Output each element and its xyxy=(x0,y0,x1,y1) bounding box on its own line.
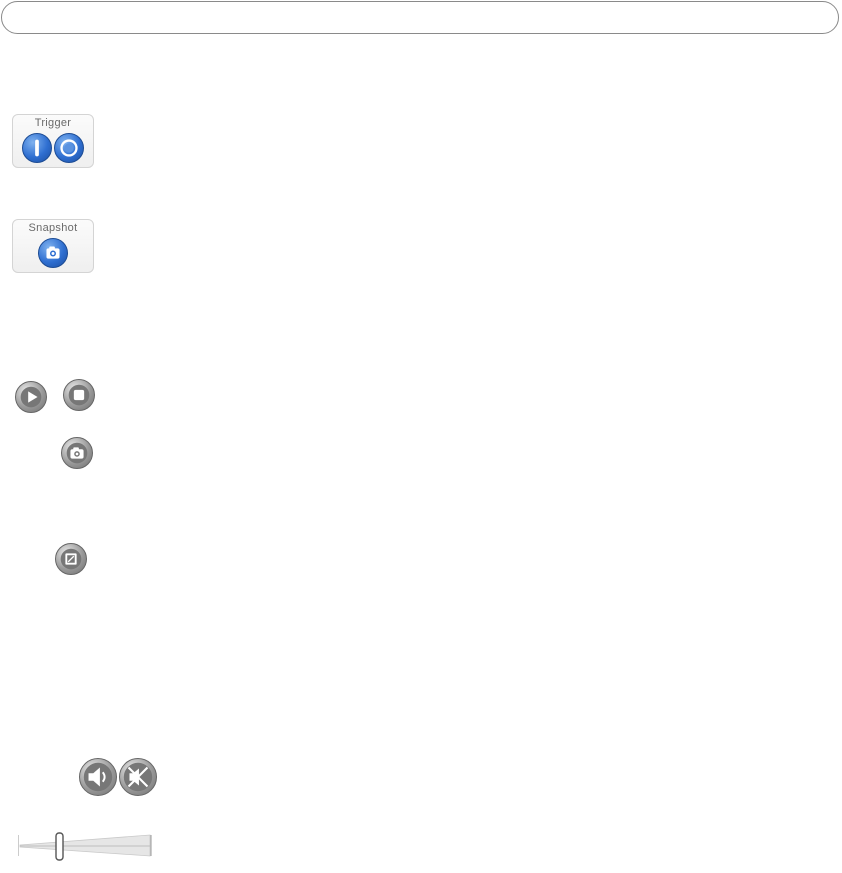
stop-icon xyxy=(68,384,90,406)
trigger-off-button[interactable] xyxy=(54,133,84,163)
volume-slider[interactable] xyxy=(17,830,152,862)
snapshot-grey-button[interactable] xyxy=(61,437,93,469)
camera-icon xyxy=(66,442,88,464)
trigger-on-icon xyxy=(35,139,39,157)
snapshot-button[interactable] xyxy=(38,238,68,268)
volume-slider-handle xyxy=(55,832,64,861)
camera-icon xyxy=(46,246,60,259)
stop-button[interactable] xyxy=(63,379,95,411)
top-bar xyxy=(1,1,839,34)
trigger-off-icon xyxy=(60,139,78,157)
fullscreen-icon xyxy=(60,548,82,570)
fullscreen-button[interactable] xyxy=(55,543,87,575)
speaker-icon xyxy=(83,762,113,792)
trigger-panel-buttons xyxy=(13,133,93,163)
mute-icon xyxy=(123,762,153,792)
trigger-panel: Trigger xyxy=(12,114,94,168)
page: Trigger Snapshot xyxy=(0,0,842,873)
trigger-panel-title: Trigger xyxy=(34,117,72,129)
snapshot-panel-buttons xyxy=(13,238,93,268)
mute-button[interactable] xyxy=(119,758,157,796)
snapshot-panel-title: Snapshot xyxy=(28,222,78,234)
volume-slider-graphic xyxy=(17,832,152,861)
play-button[interactable] xyxy=(15,381,47,413)
speaker-button[interactable] xyxy=(79,758,117,796)
snapshot-panel: Snapshot xyxy=(12,219,94,273)
play-icon xyxy=(20,386,42,408)
trigger-on-button[interactable] xyxy=(22,133,52,163)
